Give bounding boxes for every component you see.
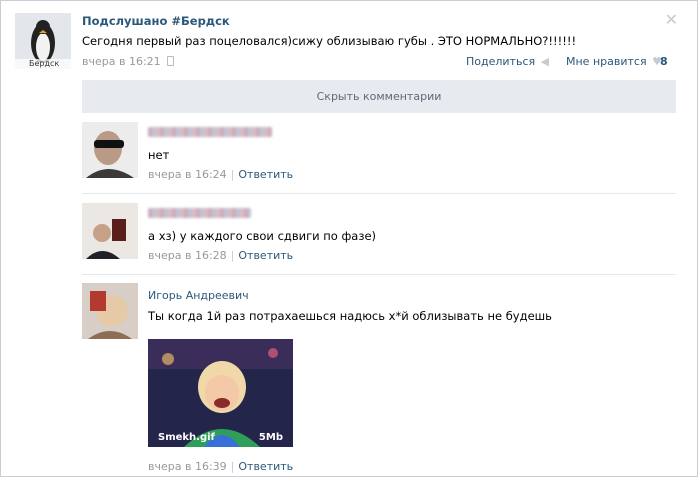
comment-meta: вчера в 16:39 | Ответить [148, 460, 293, 473]
meta-separator: | [230, 168, 235, 181]
user-photo [82, 283, 138, 339]
comment-divider [82, 193, 676, 194]
comment-avatar[interactable] [82, 203, 138, 259]
user-photo [82, 203, 138, 259]
post-author[interactable]: Подслушано #Бердск [82, 14, 230, 28]
author-name-blurred[interactable] [148, 127, 272, 137]
comment-text: а хз) у каждого свои сдвиги по фазе) [148, 229, 377, 243]
comment-meta: вчера в 16:24 | Ответить [148, 168, 293, 181]
gif-file-name: Smekh.gif [158, 432, 215, 443]
meta-separator: | [230, 249, 235, 262]
author-name-blurred[interactable] [148, 208, 251, 218]
comment-time[interactable]: вчера в 16:24 [148, 168, 227, 181]
reply-button[interactable]: Ответить [238, 460, 293, 473]
like-count: 8 [660, 55, 668, 68]
share-label: Поделиться [466, 55, 536, 68]
reply-button[interactable]: Ответить [238, 249, 293, 262]
avatar-caption: Бердск [29, 59, 60, 68]
community-avatar[interactable]: Бердск [15, 13, 71, 69]
comment-text: нет [148, 148, 170, 162]
reply-button[interactable]: Ответить [238, 168, 293, 181]
gif-file-size: 5Mb [258, 432, 283, 443]
comment-avatar[interactable] [82, 283, 138, 339]
phone-icon [167, 56, 175, 66]
comment-text: Ты когда 1й раз потрахаешься надюсь х*й … [148, 309, 552, 323]
comment-time[interactable]: вчера в 16:28 [148, 249, 227, 262]
meta-separator: | [230, 460, 235, 473]
post-time[interactable]: вчера в 16:21 [82, 55, 161, 68]
like-button[interactable]: Мне нравится ♥ [566, 55, 662, 68]
user-photo [82, 122, 138, 178]
comment-meta: вчера в 16:28 | Ответить [148, 249, 293, 262]
comment-author[interactable]: Игорь Андреевич [148, 289, 249, 302]
megaphone-icon: ◀ [540, 55, 550, 68]
hide-comments-button[interactable]: Скрыть комментарии [82, 80, 676, 113]
close-icon[interactable]: ✕ [665, 10, 678, 29]
gif-preview [148, 339, 293, 447]
share-button[interactable]: Поделиться ◀ [466, 55, 549, 68]
comment-divider [82, 274, 676, 275]
like-label: Мне нравится [566, 55, 647, 68]
gif-attachment[interactable]: Smekh.gif 5Mb [148, 339, 293, 447]
post-meta: вчера в 16:21 [82, 55, 175, 68]
comment-avatar[interactable] [82, 122, 138, 178]
hide-comments-label: Скрыть комментарии [316, 90, 442, 103]
post-text: Сегодня первый раз поцеловался)сижу обли… [82, 34, 577, 48]
comment-time[interactable]: вчера в 16:39 [148, 460, 227, 473]
